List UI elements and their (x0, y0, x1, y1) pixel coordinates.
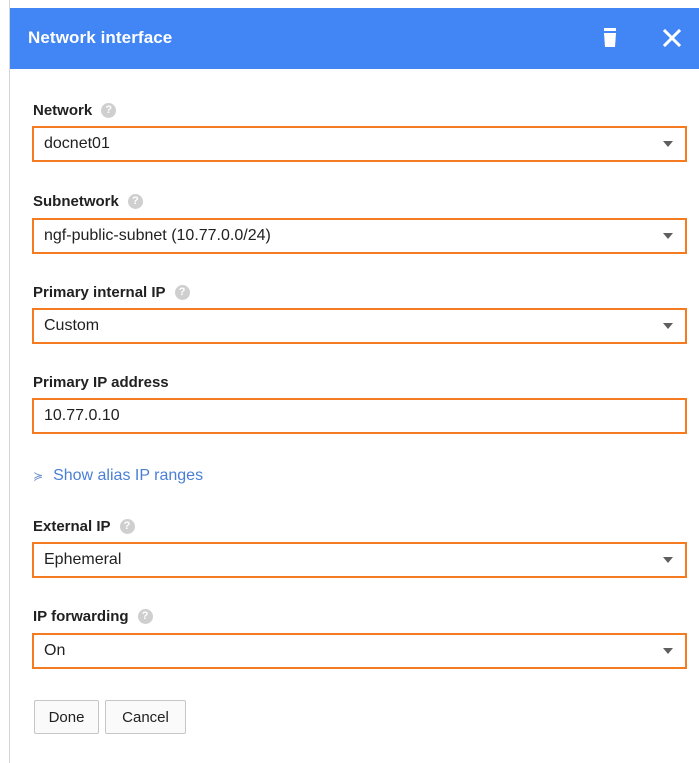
help-icon[interactable]: ? (127, 194, 143, 209)
primary-ip-address-value: 10.77.0.10 (44, 407, 120, 424)
help-icon[interactable]: ? (137, 609, 153, 624)
dropdown-arrow-icon (663, 557, 673, 563)
external-ip-label: External IP ? (33, 518, 135, 535)
ip-forwarding-label: IP forwarding ? (33, 608, 153, 625)
ip-forwarding-select-value: On (44, 642, 66, 659)
subnetwork-select-value: ngf-public-subnet (10.77.0.0/24) (44, 227, 271, 244)
external-ip-label-text: External IP (33, 518, 111, 535)
external-ip-select-value: Ephemeral (44, 551, 122, 568)
done-button[interactable]: Done (34, 700, 99, 734)
network-label: Network ? (33, 102, 117, 119)
ip-forwarding-label-text: IP forwarding (33, 608, 129, 625)
primary-internal-ip-select[interactable]: Custom (32, 308, 687, 344)
subnetwork-select[interactable]: ngf-public-subnet (10.77.0.0/24) (32, 218, 687, 254)
show-alias-ip-ranges-link[interactable]: ≽ Show alias IP ranges (33, 467, 203, 485)
dropdown-arrow-icon (663, 141, 673, 147)
network-select-value: docnet01 (44, 135, 110, 152)
ip-forwarding-select[interactable]: On (32, 633, 687, 669)
primary-internal-ip-label: Primary internal IP ? (33, 284, 190, 301)
help-icon[interactable]: ? (101, 103, 117, 118)
primary-ip-address-label: Primary IP address (33, 374, 169, 391)
subnetwork-label-text: Subnetwork (33, 193, 119, 210)
network-select[interactable]: docnet01 (32, 126, 687, 162)
delete-trash-icon[interactable] (596, 24, 624, 52)
dropdown-arrow-icon (663, 233, 673, 239)
panel-header: Network interface (10, 8, 699, 69)
external-ip-select[interactable]: Ephemeral (32, 542, 687, 578)
dropdown-arrow-icon (663, 323, 673, 329)
primary-ip-address-input[interactable]: 10.77.0.10 (32, 398, 687, 434)
cancel-button[interactable]: Cancel (105, 700, 186, 734)
network-interface-panel: Network interface Network ? docnet01 Sub… (9, 0, 699, 763)
network-label-text: Network (33, 102, 93, 119)
panel-title: Network interface (28, 28, 173, 47)
subnetwork-label: Subnetwork ? (33, 193, 143, 210)
dropdown-arrow-icon (663, 648, 673, 654)
close-icon[interactable] (658, 24, 686, 52)
primary-internal-ip-select-value: Custom (44, 317, 100, 334)
primary-internal-ip-label-text: Primary internal IP (33, 284, 166, 301)
double-chevron-down-icon: ≽ (33, 469, 44, 483)
help-icon[interactable]: ? (119, 519, 135, 534)
primary-ip-address-label-text: Primary IP address (33, 374, 169, 391)
show-alias-ip-ranges-label: Show alias IP ranges (53, 467, 204, 484)
help-icon[interactable]: ? (174, 285, 190, 300)
